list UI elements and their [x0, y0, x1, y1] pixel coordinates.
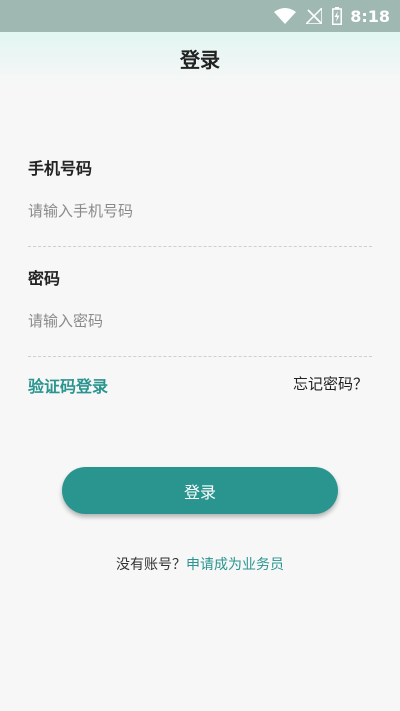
register-prompt-line: 没有账号？申请成为业务员	[0, 554, 400, 574]
battery-charging-icon	[332, 7, 343, 25]
wifi-icon	[274, 8, 297, 24]
password-label: 密码	[28, 269, 61, 288]
phone-divider	[28, 246, 372, 247]
password-input[interactable]	[28, 306, 368, 336]
login-button[interactable]: 登录	[62, 467, 338, 514]
register-link[interactable]: 申请成为业务员	[186, 557, 284, 573]
page-title: 登录	[180, 47, 220, 72]
forgot-password-link[interactable]: 忘记密码？	[293, 373, 368, 394]
header: 登录	[0, 32, 400, 84]
no-signal-icon	[306, 8, 323, 24]
status-bar: 8:18	[0, 0, 400, 32]
phone-label: 手机号码	[28, 159, 93, 178]
password-divider	[28, 356, 372, 357]
status-time: 8:18	[350, 6, 390, 26]
phone-input[interactable]	[28, 196, 368, 226]
sms-login-link[interactable]: 验证码登录	[28, 373, 108, 397]
register-prompt: 没有账号？	[116, 557, 186, 573]
